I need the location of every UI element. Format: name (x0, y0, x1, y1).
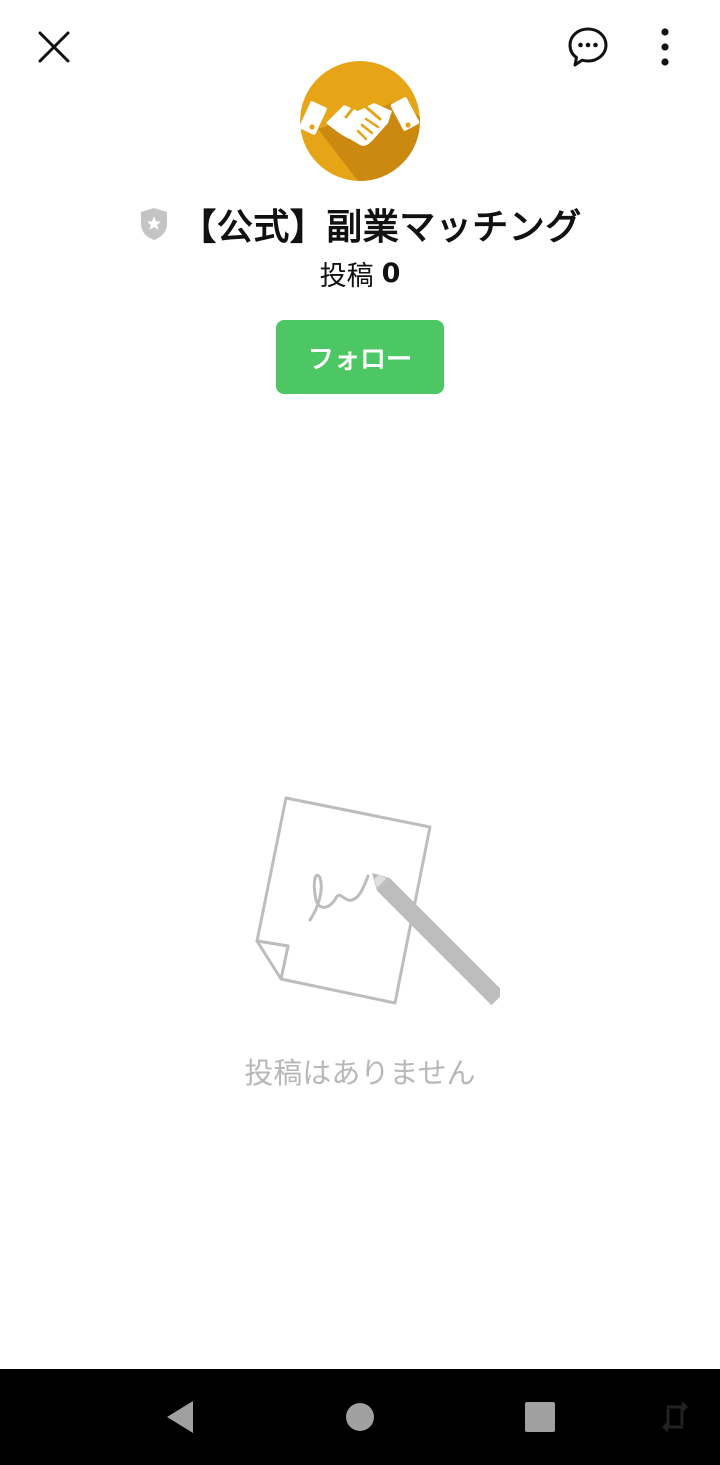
account-title-row: 【公式】副業マッチング (0, 196, 720, 252)
recents-square-icon (525, 1402, 555, 1432)
profile-screen: 【公式】副業マッチング 投稿 0 フォロー 投稿はありません (0, 0, 720, 1465)
avatar[interactable] (300, 61, 420, 181)
rotate-button[interactable] (650, 1369, 700, 1465)
account-name: 【公式】副業マッチング (180, 207, 582, 248)
chat-button[interactable] (558, 17, 618, 77)
empty-posts-message: 投稿はありません (244, 1056, 476, 1090)
rotate-icon (662, 1401, 688, 1433)
close-icon (38, 31, 70, 63)
home-circle-icon (346, 1403, 374, 1431)
paper-and-pencil-icon (255, 796, 505, 1006)
official-shield-star-icon (138, 206, 170, 242)
posts-label: 投稿 (319, 260, 374, 292)
more-options-button[interactable] (640, 17, 690, 77)
back-button[interactable] (140, 1369, 220, 1465)
handshake-icon (300, 61, 420, 181)
more-vertical-icon (661, 28, 669, 66)
empty-posts-illustration (240, 790, 505, 1020)
back-triangle-icon (167, 1401, 193, 1433)
system-navigation-bar (0, 1369, 720, 1465)
posts-count-row: 投稿 0 (0, 252, 720, 294)
home-button[interactable] (320, 1369, 400, 1465)
chat-bubble-icon (568, 27, 608, 67)
follow-button[interactable]: フォロー (276, 320, 444, 394)
recents-button[interactable] (500, 1369, 580, 1465)
posts-count: 0 (381, 257, 401, 289)
close-button[interactable] (24, 17, 84, 77)
